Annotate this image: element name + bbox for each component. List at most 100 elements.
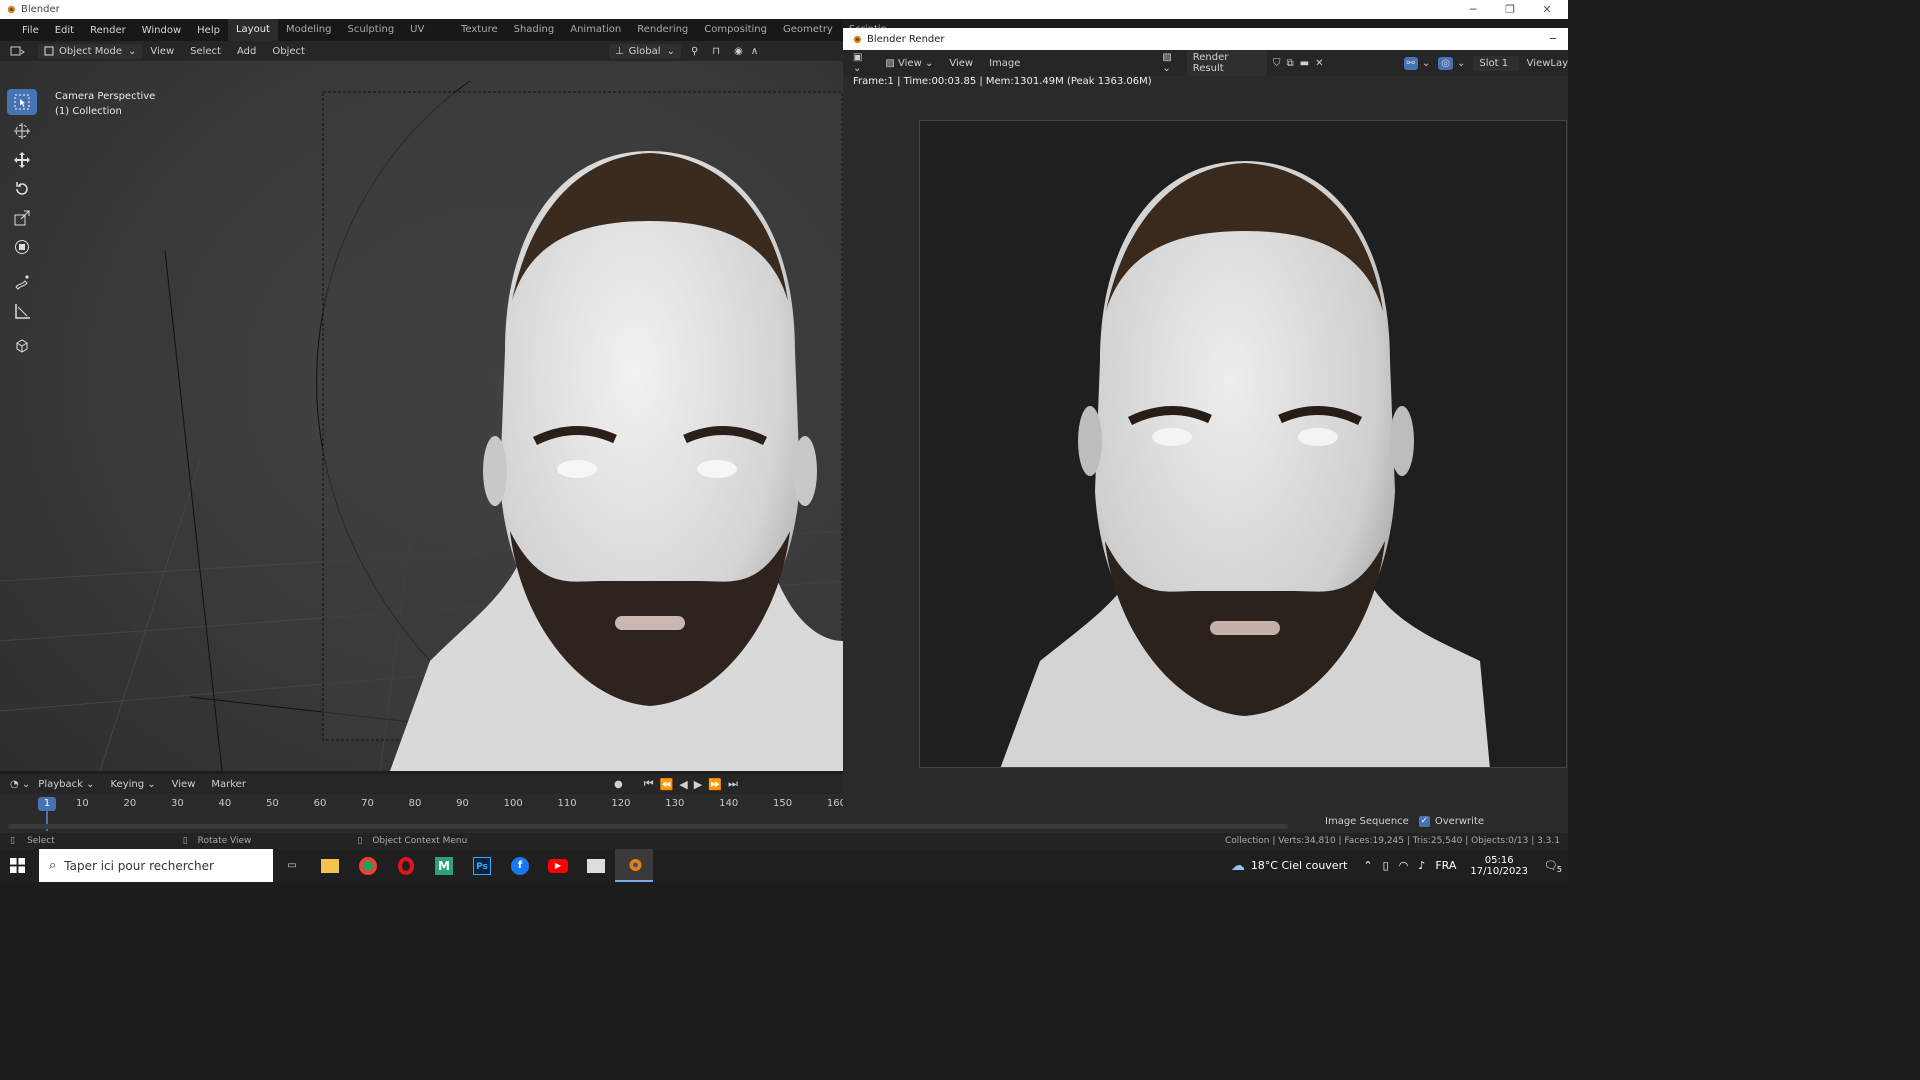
menu-render[interactable]: Render — [82, 25, 134, 36]
rotate-tool[interactable] — [7, 176, 37, 202]
select-box-tool[interactable] — [7, 89, 37, 115]
chrome-icon[interactable] — [349, 849, 387, 882]
timeline-editor-icon[interactable]: ◔ ⌄ — [10, 779, 30, 790]
menu-select[interactable]: Select — [182, 46, 229, 57]
jump-start-icon[interactable]: ⏮ — [644, 777, 654, 791]
file-explorer-icon[interactable] — [311, 849, 349, 882]
open-image-icon[interactable]: ▬ — [1300, 58, 1309, 69]
slot-dropdown[interactable]: Slot 1 — [1473, 55, 1519, 71]
fake-user-icon[interactable]: ⛉ — [1273, 58, 1281, 69]
move-tool[interactable] — [7, 147, 37, 173]
3d-viewport[interactable] — [0, 61, 843, 771]
wifi-icon[interactable]: ◠ — [1399, 859, 1409, 872]
play-reverse-icon[interactable]: ◀ — [679, 778, 687, 791]
tab-uv-editing[interactable]: UV Editing — [402, 19, 453, 57]
duplicate-image-icon[interactable]: ⧉ — [1287, 58, 1294, 69]
close-window-button[interactable]: ✕ — [1528, 0, 1566, 19]
image-name-field[interactable]: Render Result — [1186, 50, 1268, 76]
next-keyframe-icon[interactable]: ⏩ — [708, 778, 722, 791]
transform-orientation-dropdown[interactable]: ⊥ Global ⌄ — [608, 43, 681, 59]
play-icon[interactable]: ▶ — [694, 778, 702, 791]
system-tray: ☁ 18°C Ciel couvert ⌃ ▯ ◠ ♪ FRA 05:16 17… — [1231, 849, 1568, 882]
image-sequence-options: Image Sequence ✓ Overwrite — [1325, 813, 1484, 829]
volume-icon[interactable]: ♪ — [1418, 859, 1425, 872]
ruler-icon — [15, 304, 30, 319]
image-browse-icon[interactable]: ▨ ⌄ — [1162, 52, 1180, 74]
minimize-button[interactable]: ─ — [1454, 0, 1492, 19]
menu-image[interactable]: Image — [981, 58, 1028, 69]
scale-icon — [14, 210, 30, 226]
language-indicator[interactable]: FRA — [1435, 859, 1456, 872]
tab-geometry-nodes[interactable]: Geometry Nodes — [775, 19, 841, 57]
view-layer-field[interactable]: ViewLay — [1527, 58, 1568, 69]
menu-playback[interactable]: Playback ⌄ — [30, 779, 102, 790]
current-frame-indicator[interactable]: 1 — [38, 797, 56, 811]
timeline-scrollbar[interactable] — [8, 824, 1288, 829]
proportional-edit-icon[interactable]: ◉ — [734, 46, 743, 57]
menu-timeline-view[interactable]: View — [164, 779, 204, 790]
mode-dropdown[interactable]: Object Mode ⌄ — [38, 43, 143, 59]
menu-file[interactable]: File — [14, 25, 47, 36]
image-editor-type-icon[interactable]: ▣ ⌄ — [853, 52, 871, 74]
opera-icon[interactable] — [387, 849, 425, 882]
editor-type-icon[interactable] — [10, 44, 30, 58]
menu-edit[interactable]: Edit — [47, 25, 82, 36]
tab-modeling[interactable]: Modeling — [278, 19, 340, 41]
m-app-icon[interactable]: M — [425, 849, 463, 882]
menu-object[interactable]: Object — [264, 46, 313, 57]
cursor-tool[interactable] — [7, 118, 37, 144]
windows-start-button[interactable] — [10, 858, 25, 873]
prev-keyframe-icon[interactable]: ⏪ — [660, 778, 674, 791]
menu-image-view[interactable]: View — [941, 58, 981, 69]
menu-keying[interactable]: Keying ⌄ — [102, 779, 163, 790]
tab-sculpting[interactable]: Sculpting — [339, 19, 402, 41]
tab-layout[interactable]: Layout — [227, 19, 278, 41]
clock[interactable]: 05:16 17/10/2023 — [1470, 855, 1528, 877]
task-view-icon[interactable]: ▭ — [273, 849, 311, 882]
annotate-tool[interactable] — [7, 269, 37, 295]
menu-help[interactable]: Help — [189, 25, 228, 36]
blender-top-bar: File Edit Render Window Help Layout Mode… — [0, 19, 887, 57]
app-window-icon[interactable] — [577, 849, 615, 882]
playback-controls: ⏮ ⏪ ◀ ▶ ⏩ ⏭ — [641, 777, 741, 791]
notification-icon[interactable]: 🗨 5 — [1544, 859, 1562, 874]
youtube-icon[interactable]: ▶ — [539, 849, 577, 882]
viewport-overlay-info: Camera Perspective (1) Collection — [55, 89, 155, 119]
render-window-minimize[interactable]: ─ — [1550, 34, 1556, 45]
tab-texture-paint[interactable]: Texture Paint — [453, 19, 506, 57]
restore-button[interactable]: ❐ — [1491, 0, 1529, 19]
render-info: Frame:1 | Time:00:03.85 | Mem:1301.49M (… — [853, 76, 1152, 87]
render-result-image[interactable] — [919, 120, 1567, 768]
unlink-image-icon[interactable]: ✕ — [1315, 58, 1323, 69]
photoshop-icon[interactable]: Ps — [463, 849, 501, 882]
blender-taskbar-icon[interactable] — [615, 849, 653, 882]
tab-animation[interactable]: Animation — [562, 19, 629, 41]
measure-tool[interactable] — [7, 298, 37, 324]
menu-add[interactable]: Add — [229, 46, 264, 57]
menu-window[interactable]: Window — [134, 25, 189, 36]
notification-count: 5 — [1556, 865, 1562, 874]
falloff-icon[interactable]: ∧ — [751, 46, 758, 57]
view-mode-dropdown[interactable]: ▨ View ⌄ — [877, 58, 941, 69]
add-cube-tool[interactable] — [7, 333, 37, 359]
transform-tool[interactable] — [7, 234, 37, 260]
taskbar-search-box[interactable]: ⌕ Taper ici pour rechercher — [39, 849, 273, 882]
record-button[interactable]: ● — [614, 779, 623, 790]
weather-text[interactable]: 18°C Ciel couvert — [1251, 859, 1348, 872]
overlay-toggle-icon[interactable]: ◎ — [1438, 56, 1454, 70]
overwrite-checkbox[interactable]: ✓ — [1418, 815, 1430, 827]
tab-compositing[interactable]: Compositing — [696, 19, 775, 41]
menu-marker[interactable]: Marker — [203, 779, 254, 790]
tab-shading[interactable]: Shading — [506, 19, 563, 41]
facebook-icon[interactable]: f — [501, 849, 539, 882]
tab-rendering[interactable]: Rendering — [629, 19, 696, 41]
pivot-icon[interactable]: ⚲ — [691, 46, 698, 57]
sample-tool-icon[interactable]: ⚯ — [1403, 56, 1418, 70]
chevron-up-icon[interactable]: ⌃ — [1363, 859, 1372, 872]
weather-cloud-icon: ☁ — [1230, 857, 1245, 874]
menu-view[interactable]: View — [142, 46, 182, 57]
battery-icon[interactable]: ▯ — [1383, 859, 1389, 872]
jump-end-icon[interactable]: ⏭ — [728, 777, 738, 791]
snap-icon[interactable]: ⊓ — [712, 46, 720, 57]
scale-tool[interactable] — [7, 205, 37, 231]
